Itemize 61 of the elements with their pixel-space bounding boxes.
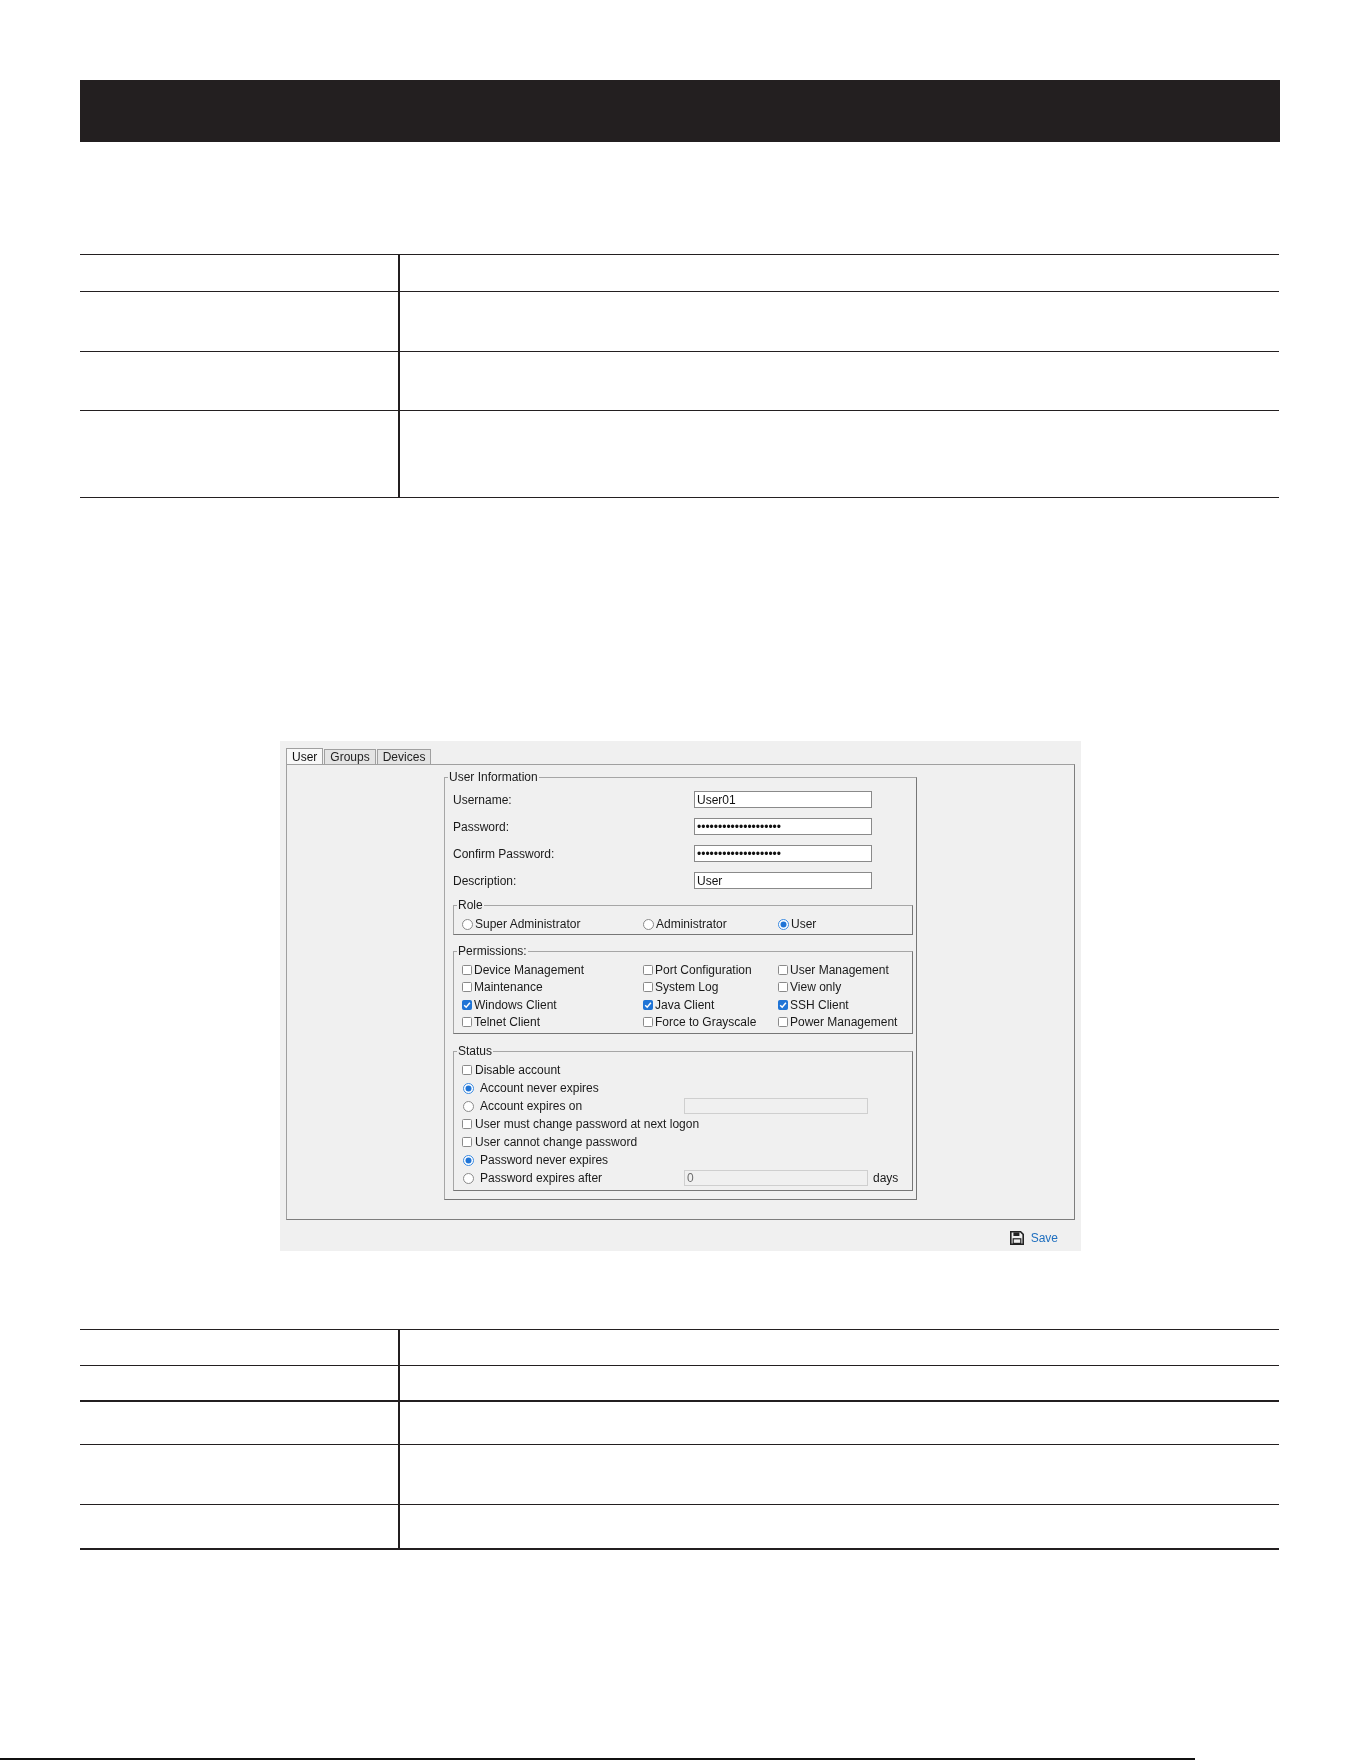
checkbox-label: Java Client: [655, 997, 715, 1012]
checkbox-label: View only: [790, 980, 842, 995]
checkbox[interactable]: [462, 964, 472, 975]
field-label: Password:: [453, 819, 511, 834]
checkbox-label: User Management: [790, 962, 889, 977]
checkbox[interactable]: [778, 982, 788, 993]
checkbox-label: Force to Grayscale: [655, 1015, 757, 1030]
checkbox-label: Port Configuration: [655, 962, 752, 977]
radio-label: Account expires on: [480, 1099, 583, 1113]
radio-button[interactable]: [462, 918, 473, 930]
text-field[interactable]: User01: [694, 791, 872, 808]
checkbox[interactable]: [778, 999, 788, 1010]
radio-label: Password expires after: [480, 1171, 603, 1185]
group-legend: Role: [457, 898, 484, 912]
checkbox[interactable]: [643, 1017, 653, 1028]
checkbox-label: Power Management: [790, 1015, 898, 1030]
radio-label: Account never expires: [480, 1081, 599, 1095]
checkbox-label: Maintenance: [474, 980, 543, 995]
radio-button[interactable]: [778, 918, 789, 930]
radio-label: Password never expires: [480, 1153, 609, 1167]
tab[interactable]: User: [286, 748, 324, 764]
checkbox-label: User cannot change password: [475, 1135, 638, 1149]
checkbox[interactable]: [778, 964, 788, 975]
radio-button[interactable]: [463, 1172, 474, 1184]
radio-button[interactable]: [463, 1154, 474, 1166]
radio-label: Super Administrator: [475, 917, 581, 931]
radio-button[interactable]: [463, 1082, 474, 1094]
field-label: Username:: [453, 792, 513, 807]
checkbox[interactable]: [462, 1137, 472, 1147]
text-field[interactable]: ••••••••••••••••••••: [694, 845, 872, 862]
checkbox-label: Windows Client: [474, 997, 557, 1012]
checkbox-label: User must change password at next logon: [475, 1117, 700, 1131]
tab[interactable]: Devices: [376, 749, 432, 764]
radio-label: User: [791, 917, 817, 931]
field-label: Confirm Password:: [453, 846, 556, 861]
radio-label: Administrator: [656, 917, 727, 931]
checkbox[interactable]: [778, 1017, 788, 1028]
radio-button[interactable]: [643, 918, 654, 930]
checkbox-label: System Log: [655, 980, 719, 995]
checkbox[interactable]: [643, 964, 653, 975]
radio-button[interactable]: [463, 1100, 474, 1112]
text-field[interactable]: User: [694, 872, 872, 889]
checkbox[interactable]: [462, 1017, 472, 1028]
checkbox-label: SSH Client: [790, 997, 849, 1012]
field-label: Description:: [453, 873, 518, 888]
group-legend: Status: [457, 1044, 494, 1058]
checkbox-label: Disable account: [475, 1063, 561, 1077]
checkbox-label: Device Management: [474, 962, 585, 977]
checkbox[interactable]: [643, 999, 653, 1010]
unit-label: days: [873, 1171, 899, 1185]
checkbox[interactable]: [643, 982, 653, 993]
checkbox[interactable]: [462, 1065, 472, 1075]
group-legend: Permissions:: [457, 944, 528, 958]
text-field[interactable]: ••••••••••••••••••••: [694, 818, 872, 835]
tab[interactable]: Groups: [324, 749, 376, 764]
group-legend: User Information: [448, 770, 539, 784]
checkbox[interactable]: [462, 1119, 472, 1129]
checkbox[interactable]: [462, 982, 472, 993]
save-button[interactable]: Save: [1009, 1231, 1058, 1245]
checkbox-label: Telnet Client: [474, 1015, 541, 1030]
checkbox[interactable]: [462, 999, 472, 1010]
